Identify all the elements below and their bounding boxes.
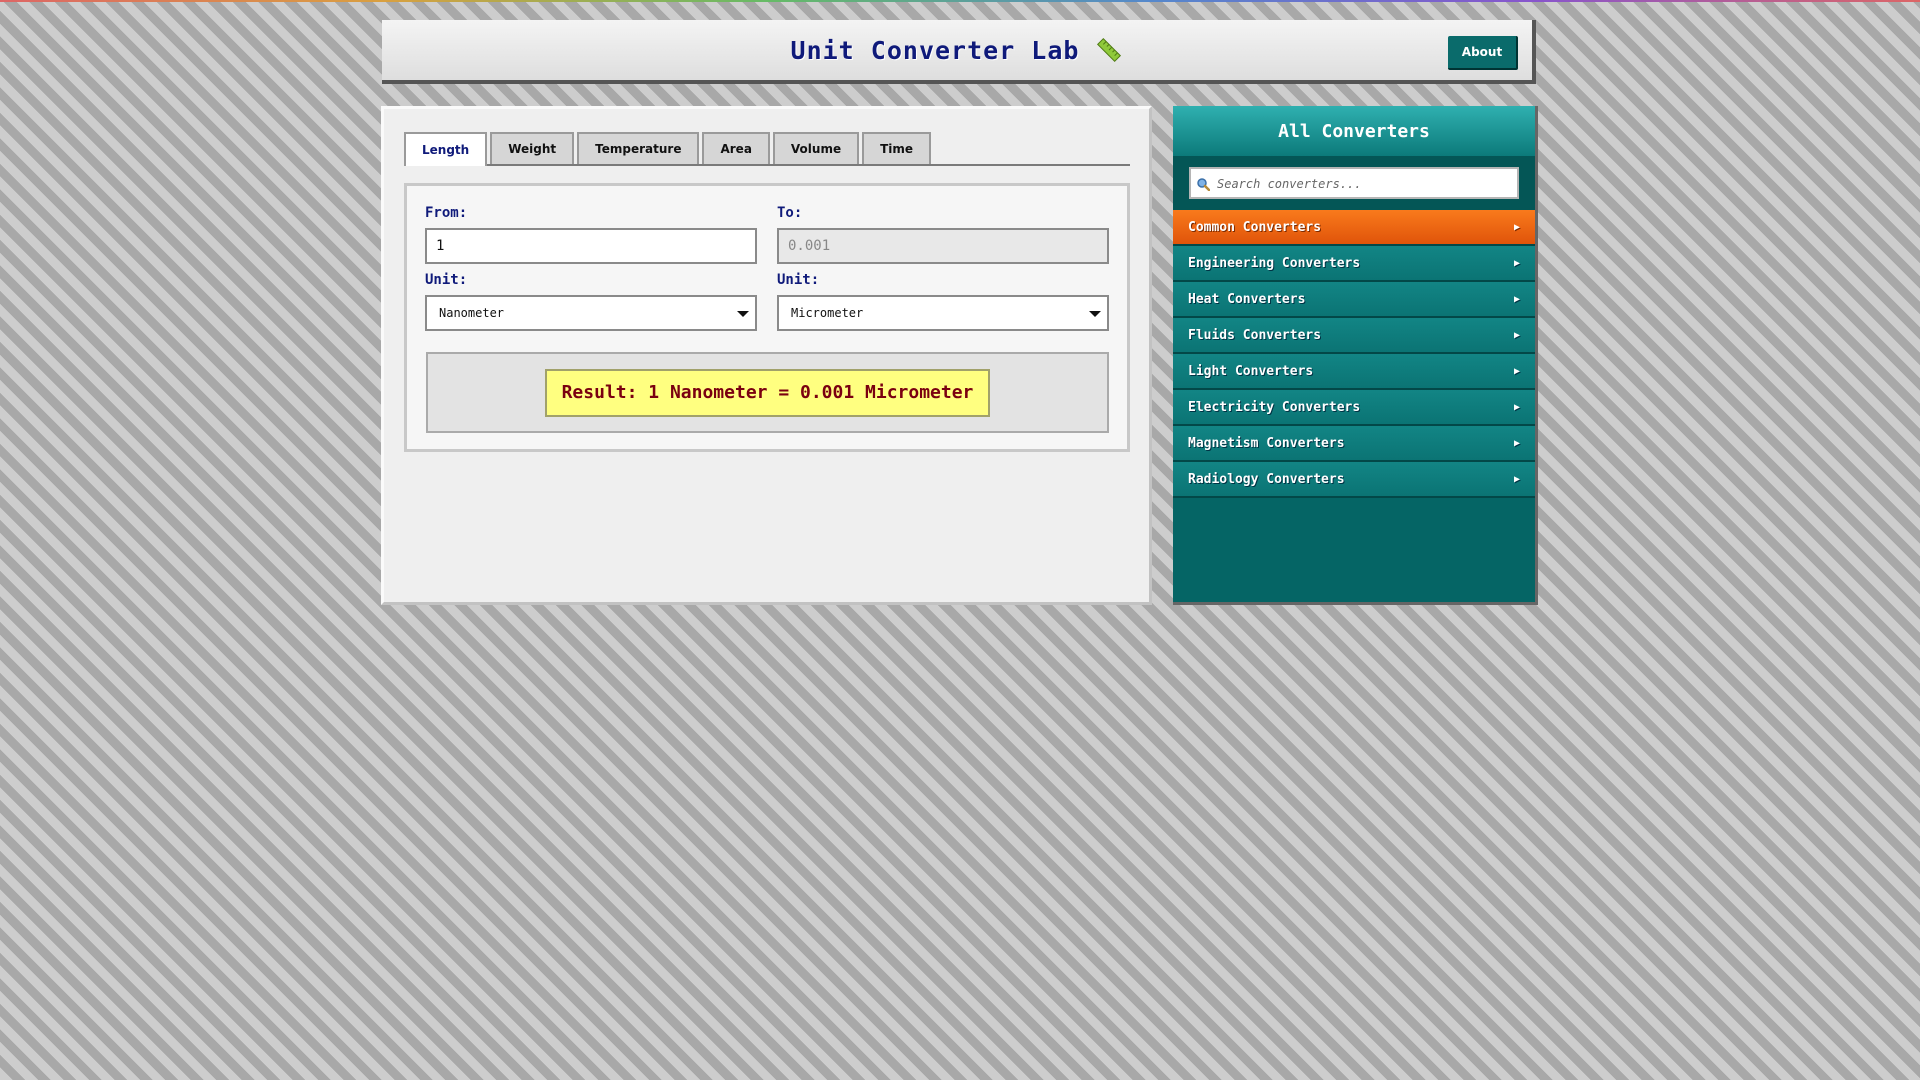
sidebar-item-label: Fluids Converters (1188, 327, 1322, 343)
sidebar-item-label: Light Converters (1188, 363, 1314, 379)
sidebar-item-label: Heat Converters (1188, 291, 1306, 307)
ruler-icon (1095, 36, 1123, 64)
top-accent-line (0, 0, 1920, 2)
search-input[interactable] (1215, 169, 1519, 199)
conversion-form: From: To: Unit: Nanometer Unit: Micromet… (404, 183, 1130, 452)
sidebar-item-radiology[interactable]: Radiology Converters ▶ (1173, 462, 1535, 498)
sidebar-item-label: Radiology Converters (1188, 471, 1345, 487)
sidebar-item-fluids[interactable]: Fluids Converters ▶ (1173, 318, 1535, 354)
sidebar-item-label: Common Converters (1188, 219, 1322, 235)
from-unit-label: Unit: (425, 272, 468, 288)
converter-panel: Length Weight Temperature Area Volume Ti… (381, 106, 1152, 605)
app-title: Unit Converter Lab (790, 35, 1080, 65)
search-box (1189, 167, 1519, 199)
sidebar-item-heat[interactable]: Heat Converters ▶ (1173, 282, 1535, 318)
sidebar-item-label: Engineering Converters (1188, 255, 1361, 271)
chevron-right-icon: ▶ (1513, 401, 1520, 413)
chevron-right-icon: ▶ (1513, 257, 1520, 269)
to-unit-label: Unit: (777, 272, 820, 288)
to-unit-value: Micrometer (791, 306, 864, 320)
converter-sidebar: All Converters Common Converters ▶ Engin… (1173, 106, 1538, 605)
chevron-right-icon: ▶ (1513, 329, 1520, 341)
from-label: From: (425, 205, 468, 221)
sidebar-item-magnetism[interactable]: Magnetism Converters ▶ (1173, 426, 1535, 462)
from-unit-value: Nanometer (439, 306, 505, 320)
chevron-down-icon (1089, 311, 1101, 317)
from-value-input[interactable] (425, 228, 757, 264)
title-wrap: Unit Converter Lab (382, 20, 1532, 80)
app-header: Unit Converter Lab About (382, 20, 1536, 84)
search-row (1173, 156, 1535, 210)
sidebar-item-light[interactable]: Light Converters ▶ (1173, 354, 1535, 390)
sidebar-title: All Converters (1173, 106, 1535, 156)
sidebar-item-label: Electricity Converters (1188, 399, 1361, 415)
tab-time[interactable]: Time (862, 132, 932, 164)
chevron-right-icon: ▶ (1513, 365, 1520, 377)
tab-length[interactable]: Length (404, 132, 488, 166)
tab-weight[interactable]: Weight (490, 132, 575, 164)
tab-temperature[interactable]: Temperature (577, 132, 700, 164)
to-label: To: (777, 205, 803, 221)
sidebar-item-common[interactable]: Common Converters ▶ (1173, 210, 1535, 246)
chevron-right-icon: ▶ (1513, 473, 1520, 485)
chevron-down-icon (737, 311, 749, 317)
to-value-output[interactable] (777, 228, 1109, 264)
category-list: Common Converters ▶ Engineering Converte… (1173, 210, 1535, 498)
unit-tabs: Length Weight Temperature Area Volume Ti… (404, 129, 1130, 166)
tab-area[interactable]: Area (702, 132, 770, 164)
chevron-right-icon: ▶ (1513, 221, 1520, 233)
chevron-right-icon: ▶ (1513, 293, 1520, 305)
search-icon (1196, 176, 1211, 192)
sidebar-item-label: Magnetism Converters (1188, 435, 1345, 451)
result-text: Result: 1 Nanometer = 0.001 Micrometer (544, 368, 991, 417)
to-unit-select[interactable]: Micrometer (777, 295, 1109, 331)
tab-volume[interactable]: Volume (772, 132, 860, 164)
sidebar-item-electricity[interactable]: Electricity Converters ▶ (1173, 390, 1535, 426)
sidebar-item-engineering[interactable]: Engineering Converters ▶ (1173, 246, 1535, 282)
about-button[interactable]: About (1448, 36, 1518, 70)
from-unit-select[interactable]: Nanometer (425, 295, 757, 331)
chevron-right-icon: ▶ (1513, 437, 1520, 449)
result-area: Result: 1 Nanometer = 0.001 Micrometer (426, 352, 1109, 433)
